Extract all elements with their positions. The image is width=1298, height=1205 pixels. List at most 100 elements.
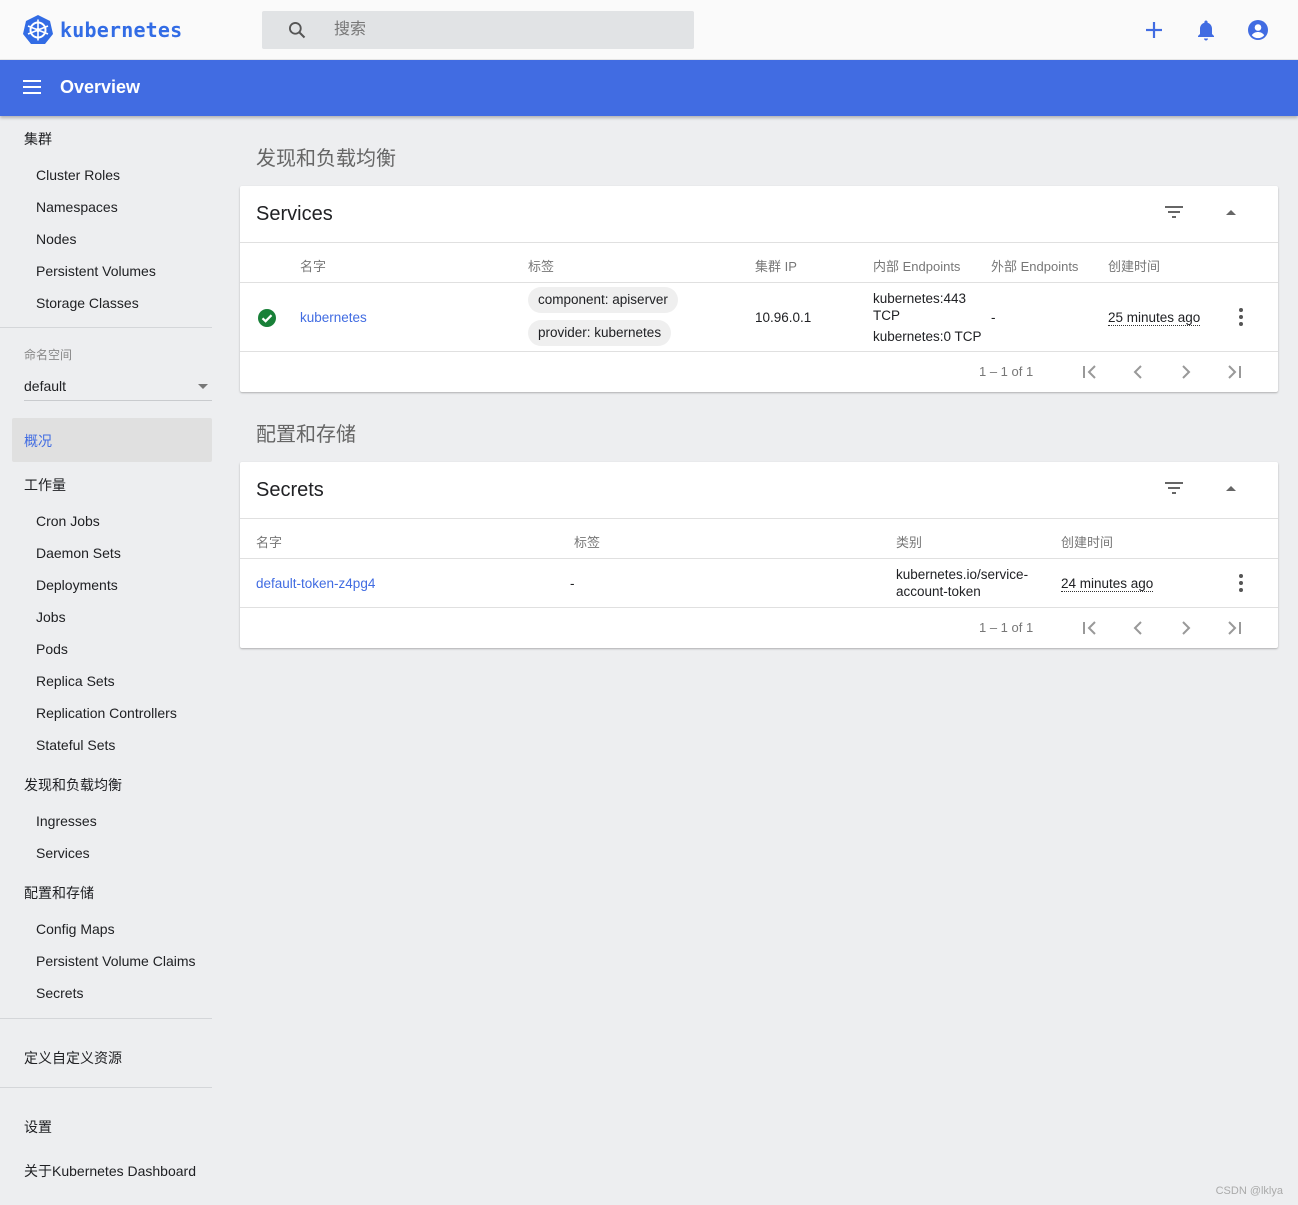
sidebar-item-pods[interactable]: Pods: [36, 641, 68, 657]
sidebar-item-jobs[interactable]: Jobs: [36, 609, 66, 625]
column-header-external-endpoints: 外部 Endpoints: [991, 259, 1079, 274]
top-actions: [1142, 16, 1270, 44]
column-header-name[interactable]: 名字: [256, 532, 282, 551]
notifications-button[interactable]: [1194, 16, 1218, 44]
sidebar-item-daemon-sets[interactable]: Daemon Sets: [36, 545, 121, 561]
sidebar-item-about[interactable]: 关于Kubernetes Dashboard: [24, 1161, 196, 1181]
secrets-card: Secrets 名字 标签 类别 创建时间 default-token-z4pg…: [240, 462, 1278, 648]
label-chip: component: apiserver: [528, 287, 678, 313]
divider: [240, 558, 1278, 559]
service-name-link[interactable]: kubernetes: [300, 309, 367, 326]
search-box[interactable]: [262, 11, 694, 49]
pagination-range: 1 – 1 of 1: [979, 620, 1034, 635]
sidebar-divider: [0, 1018, 212, 1019]
card-title: Services: [256, 203, 333, 225]
internal-endpoint: TCP: [873, 308, 900, 323]
secret-type: kubernetes.io/service-: [896, 567, 1029, 582]
check-circle-icon: [258, 309, 276, 327]
divider: [240, 242, 1278, 243]
divider: [240, 351, 1278, 352]
sidebar-item-replica-sets[interactable]: Replica Sets: [36, 673, 115, 689]
column-header-labels: 标签: [528, 259, 555, 274]
first-page-button[interactable]: [1078, 360, 1102, 384]
sidebar-section-cluster[interactable]: 集群: [24, 129, 52, 149]
chevron-right-icon: [1182, 365, 1191, 379]
chevron-left-icon: [1133, 621, 1142, 635]
prev-page-button[interactable]: [1126, 616, 1150, 640]
column-header-internal-endpoints: 内部 Endpoints: [873, 259, 961, 274]
sidebar-item-stateful-sets[interactable]: Stateful Sets: [36, 737, 115, 753]
filter-icon[interactable]: [1164, 480, 1184, 496]
kubernetes-helm-icon: [23, 15, 53, 44]
sidebar-item-settings[interactable]: 设置: [24, 1117, 52, 1137]
internal-endpoint: kubernetes:443: [873, 291, 967, 306]
namespace-label: 命名空间: [24, 348, 73, 362]
plus-icon: [1146, 22, 1162, 38]
sidebar-section-config[interactable]: 配置和存储: [24, 883, 94, 903]
sidebar-item-persistent-volumes[interactable]: Persistent Volumes: [36, 263, 156, 279]
prev-page-button[interactable]: [1126, 360, 1150, 384]
sidebar-item-cron-jobs[interactable]: Cron Jobs: [36, 513, 100, 529]
bell-icon: [1198, 20, 1214, 41]
divider: [240, 518, 1278, 519]
sidebar-item-config-maps[interactable]: Config Maps: [36, 921, 115, 937]
sidebar-section-workloads[interactable]: 工作量: [24, 475, 66, 495]
chevron-down-icon: [198, 384, 208, 389]
column-header-created[interactable]: 创建时间: [1108, 256, 1160, 275]
sidebar-item-overview[interactable]: 概况: [12, 418, 212, 462]
last-page-icon: [1228, 621, 1241, 635]
sidebar-item-services[interactable]: Services: [36, 845, 90, 861]
internal-endpoint: kubernetes:0 TCP: [873, 329, 982, 344]
search-input[interactable]: [334, 11, 674, 49]
last-page-button[interactable]: [1222, 616, 1246, 640]
more-vert-icon[interactable]: [1239, 574, 1243, 592]
sidebar-item-cluster-roles[interactable]: Cluster Roles: [36, 167, 120, 183]
logo-text: kubernetes: [60, 18, 183, 42]
cluster-ip: 10.96.0.1: [755, 310, 812, 325]
created-age-cell: 25 minutes ago: [1108, 309, 1201, 326]
sidebar-divider: [0, 1087, 212, 1088]
secret-type-cont: account-token: [896, 584, 981, 599]
last-page-button[interactable]: [1222, 360, 1246, 384]
watermark: CSDN @lklya: [1215, 1185, 1283, 1197]
sidebar-item-secrets[interactable]: Secrets: [36, 985, 83, 1001]
column-header-name[interactable]: 名字: [300, 256, 326, 275]
column-header-created[interactable]: 创建时间: [1061, 532, 1113, 551]
card-title: Secrets: [256, 479, 324, 501]
search-icon: [289, 22, 306, 39]
sidebar-item-nodes[interactable]: Nodes: [36, 231, 76, 247]
more-vert-icon[interactable]: [1239, 308, 1243, 326]
chevron-right-icon: [1182, 621, 1191, 635]
created-age: 25 minutes ago: [1108, 310, 1201, 326]
sidebar-section-discovery[interactable]: 发现和负载均衡: [24, 775, 122, 795]
column-header-cluster-ip: 集群 IP: [755, 259, 797, 274]
collapse-icon[interactable]: [1226, 486, 1236, 491]
top-bar: kubernetes: [0, 0, 1298, 60]
sidebar-item-deployments[interactable]: Deployments: [36, 577, 118, 593]
app-bar: Overview: [0, 60, 1298, 116]
create-button[interactable]: [1142, 16, 1166, 44]
first-page-button[interactable]: [1078, 616, 1102, 640]
services-card: Services 名字 标签 集群 IP 内部 Endpoints 外部 End…: [240, 186, 1278, 392]
sidebar-item-ingresses[interactable]: Ingresses: [36, 813, 97, 829]
account-button[interactable]: [1246, 16, 1270, 44]
sidebar-item-replication-controllers[interactable]: Replication Controllers: [36, 705, 177, 721]
kubernetes-logo[interactable]: kubernetes: [22, 14, 182, 46]
collapse-icon[interactable]: [1226, 210, 1236, 215]
created-age-cell: 24 minutes ago: [1061, 575, 1154, 592]
menu-icon[interactable]: [23, 80, 41, 94]
sidebar-item-crd[interactable]: 定义自定义资源: [24, 1048, 122, 1068]
next-page-button[interactable]: [1174, 360, 1198, 384]
sidebar-item-storage-classes[interactable]: Storage Classes: [36, 295, 139, 311]
account-icon: [1248, 20, 1268, 40]
filter-icon[interactable]: [1164, 204, 1184, 220]
first-page-icon: [1083, 621, 1096, 635]
next-page-button[interactable]: [1174, 616, 1198, 640]
column-header-type: 类别: [896, 535, 923, 550]
namespace-select[interactable]: default: [24, 372, 212, 401]
divider: [240, 282, 1278, 283]
sidebar-item-persistent-volume-claims[interactable]: Persistent Volume Claims: [36, 953, 196, 969]
secret-name-link[interactable]: default-token-z4pg4: [256, 575, 375, 592]
sidebar-item-namespaces[interactable]: Namespaces: [36, 199, 118, 215]
namespace-value: default: [24, 378, 67, 394]
